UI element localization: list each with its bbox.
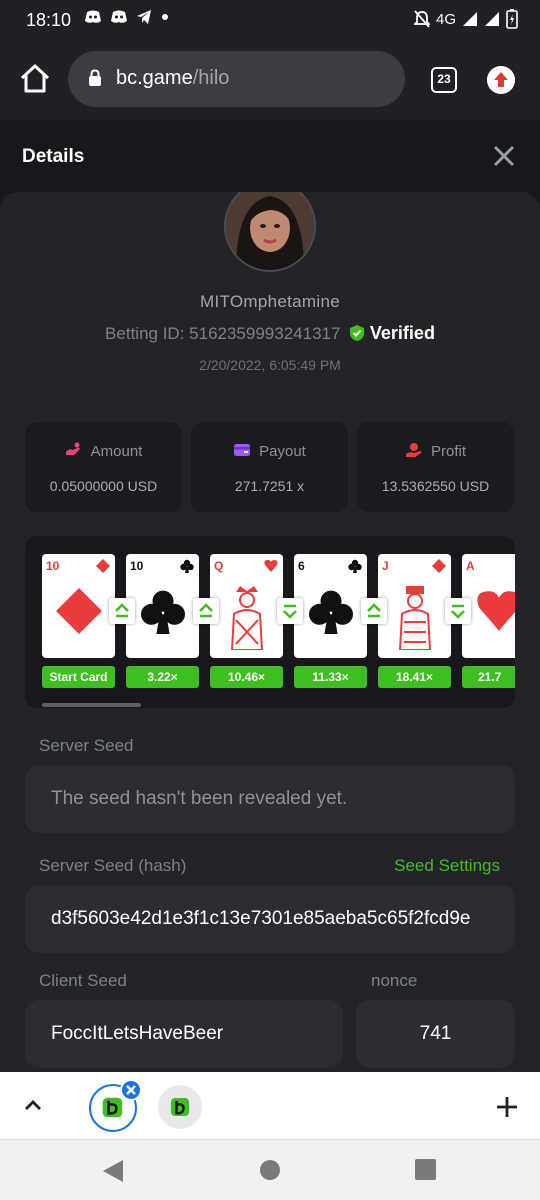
seed-settings-link[interactable]: Seed Settings [394,856,500,876]
multiplier-label: 18.41× [378,666,451,688]
dot-icon [162,14,168,20]
back-icon[interactable] [102,1159,124,1183]
club-icon [140,590,186,634]
status-bar: 18:10 4G [0,0,540,40]
home-icon[interactable] [18,62,52,96]
tab-group-strip [0,1072,540,1140]
mute-icon [413,10,430,28]
amount-card: Amount 0.05000000 USD [25,422,182,512]
card-rank: 10 [46,559,60,573]
address-bar[interactable]: bc.game/hilo [68,51,405,107]
chevron-up-icon[interactable] [22,1094,44,1116]
multiplier-label: 10.46× [210,666,283,688]
avatar [224,192,316,272]
diamond-icon [96,559,110,573]
profit-label: Profit [430,443,466,460]
multiplier-label: 11.33× [294,666,367,688]
url-text: bc.game/hilo [116,67,230,89]
jack-figure-icon [398,586,432,650]
diamond-icon [56,588,102,634]
lower-arrow-icon [277,598,303,624]
tab-switcher-button[interactable]: 23 [431,67,457,93]
higher-arrow-icon [361,598,387,624]
discord-icon [111,10,127,23]
bet-date: 2/20/2022, 6:05:49 PM [199,357,341,373]
playing-card: J [378,554,451,658]
payout-card: Payout 271.7251 x [191,422,348,512]
signal-icon [463,12,477,26]
betting-id-row: Betting ID: 5162359993241317 Verified [0,323,540,344]
username: MITOmphetamine [200,292,340,311]
higher-arrow-icon [109,598,135,624]
server-hash-field[interactable]: d3f5603e42d1e3f1c13e7301e85aeba5c65f2fcd… [25,885,515,953]
bcgame-icon [171,1098,189,1116]
card-rank: 6 [298,559,305,573]
details-panel: MITOmphetamine Betting ID: 5162359993241… [0,192,540,1072]
multiplier-label: 21.7 [462,666,515,688]
higher-arrow-icon [193,598,219,624]
nonce-field[interactable]: 741 [356,1000,515,1068]
card-history[interactable]: 10 Start Card 10 3.22× Q 10.46× 6 11.33× [25,536,515,708]
system-icons: 4G [413,9,518,29]
lower-arrow-icon [445,598,471,624]
card-rank: Q [214,559,224,573]
payout-icon [234,444,251,456]
recents-icon[interactable] [415,1159,436,1180]
card-rank: A [466,559,475,573]
plus-icon[interactable] [496,1096,518,1118]
club-icon [308,590,354,634]
profit-value: 13.5362550 USD [381,478,490,494]
signal-icon [485,12,499,26]
nonce-label: nonce [371,971,418,990]
close-icon[interactable] [492,144,516,168]
shield-check-icon [350,325,365,341]
network-label: 4G [435,10,456,28]
playing-card: Q [210,554,283,658]
diamond-icon [432,559,446,573]
upload-icon[interactable] [487,66,515,94]
battery-icon [506,9,518,29]
notification-icons [84,9,170,25]
betting-id: 5162359993241317 [189,324,341,343]
page-title: Details [22,146,85,167]
scrollbar-thumb[interactable] [42,703,141,707]
playing-card: 10 [42,554,115,658]
tab-inactive[interactable] [158,1085,202,1129]
verified-badge: Verified [369,323,435,343]
lock-icon [89,69,101,86]
discord-icon [85,10,101,23]
telegram-icon [137,10,151,24]
payout-label: Payout [259,443,306,460]
multiplier-label: 3.22× [126,666,199,688]
payout-value: 271.7251 x [234,478,305,494]
client-seed-field[interactable]: FoccItLetsHaveBeer [25,1000,343,1068]
amount-value: 0.05000000 USD [49,478,158,494]
server-hash-label: Server Seed (hash) [39,856,187,875]
status-time: 18:10 [26,10,72,30]
queen-figure-icon [230,586,264,650]
server-seed-label: Server Seed [39,736,134,755]
profit-card: Profit 13.5362550 USD [357,422,514,512]
card-rank: J [382,559,389,573]
heart-icon [477,591,515,631]
client-seed-label: Client Seed [39,971,127,990]
close-tab-icon[interactable] [120,1079,142,1101]
club-icon [180,559,194,573]
details-header: Details [0,120,540,192]
browser-toolbar: bc.game/hilo 23 [0,40,540,120]
playing-card: 6 [294,554,367,658]
club-icon [348,559,362,573]
betting-id-label: Betting ID: [105,324,185,343]
profit-icon [405,443,422,457]
playing-card: 10 [126,554,199,658]
multiplier-label: Start Card [42,666,115,688]
heart-icon [264,560,278,572]
system-nav-bar [0,1140,540,1200]
amount-label: Amount [90,443,143,460]
amount-icon [65,442,80,455]
home-nav-icon[interactable] [259,1159,281,1181]
card-rank: 10 [130,559,144,573]
server-seed-field: The seed hasn't been revealed yet. [25,765,515,833]
